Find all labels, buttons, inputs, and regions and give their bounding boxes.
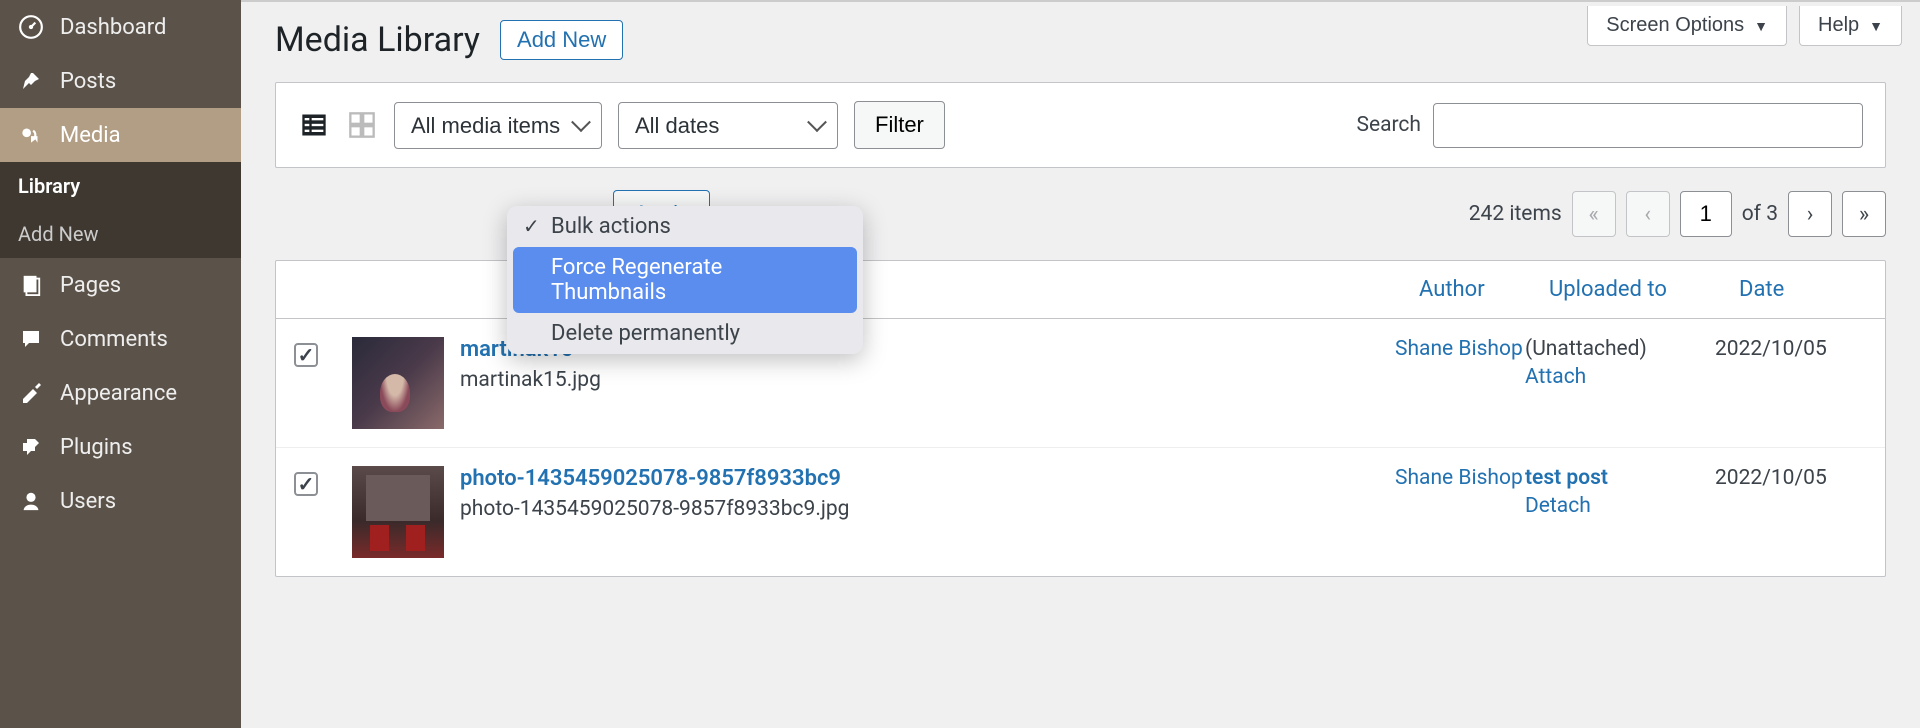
sidebar-label: Dashboard [60,15,166,40]
file-name: martinak15.jpg [460,368,1395,392]
file-cell: photo-1435459025078-9857f8933bc9 photo-1… [460,466,1395,521]
filter-bar: All media items All dates Filter Search [275,82,1886,168]
bulk-actions-dropdown: Bulk actions Force Regenerate Thumbnails… [507,206,863,354]
sidebar-item-pages[interactable]: Pages [0,258,241,312]
dropdown-item-regenerate[interactable]: Force Regenerate Thumbnails [513,247,857,313]
search-wrap: Search [1356,103,1863,148]
table-body: martinak15 martinak15.jpg Shane Bishop (… [276,319,1885,576]
th-uploaded[interactable]: Uploaded to [1537,261,1727,318]
add-new-button[interactable]: Add New [500,20,623,60]
sidebar-item-plugins[interactable]: Plugins [0,420,241,474]
date-cell: 2022/10/05 [1715,466,1873,490]
file-name: photo-1435459025078-9857f8933bc9.jpg [460,497,1395,521]
admin-sidebar: Dashboard Posts Media Library Add New Pa… [0,0,241,728]
sidebar-item-dashboard[interactable]: Dashboard [0,0,241,54]
grid-view-button[interactable] [346,109,378,141]
uploaded-cell: (Unattached) Attach [1525,337,1715,389]
detach-link[interactable]: Detach [1525,494,1715,518]
sidebar-item-users[interactable]: Users [0,474,241,528]
author-cell[interactable]: Shane Bishop [1395,337,1525,361]
sidebar-label: Pages [60,273,121,298]
appearance-icon [18,380,44,406]
sidebar-label: Appearance [60,381,177,406]
date-cell: 2022/10/05 [1715,337,1873,361]
list-view-button[interactable] [298,109,330,141]
th-date[interactable]: Date [1727,261,1885,318]
sidebar-label: Users [60,489,116,514]
pin-icon [18,68,44,94]
row-checkbox[interactable] [294,472,318,496]
actions-row: Apply 242 items « ‹ of 3 › » [241,168,1920,260]
dropdown-item-delete[interactable]: Delete permanently [507,313,863,354]
sidebar-item-posts[interactable]: Posts [0,54,241,108]
users-icon [18,488,44,514]
page-of-text: of 3 [1742,202,1778,226]
sidebar-label: Posts [60,69,116,94]
main-content: Screen Options▼ Help▼ Media Library Add … [241,0,1920,728]
items-count: 242 items [1469,202,1562,226]
last-page-button[interactable]: » [1842,191,1886,237]
search-label: Search [1356,113,1421,137]
comments-icon [18,326,44,352]
uploaded-cell: test post Detach [1525,466,1715,518]
thumbnail[interactable] [352,466,444,558]
chevron-down-icon: ▼ [1869,18,1883,34]
sidebar-label: Comments [60,327,168,352]
search-input[interactable] [1433,103,1863,148]
plugins-icon [18,434,44,460]
attach-link[interactable]: Attach [1525,365,1715,389]
screen-options-button[interactable]: Screen Options▼ [1587,6,1787,46]
pagination: 242 items « ‹ of 3 › » [1469,191,1886,237]
first-page-button[interactable]: « [1572,191,1616,237]
dates-select[interactable]: All dates [618,102,838,149]
author-cell[interactable]: Shane Bishop [1395,466,1525,490]
row-checkbox[interactable] [294,343,318,367]
file-title[interactable]: photo-1435459025078-9857f8933bc9 [460,466,1395,491]
dashboard-icon [18,14,44,40]
sidebar-sub-addnew[interactable]: Add New [0,210,241,258]
next-page-button[interactable]: › [1788,191,1832,237]
top-buttons: Screen Options▼ Help▼ [1587,6,1902,46]
dropdown-item-bulk[interactable]: Bulk actions [507,206,863,247]
sidebar-item-media[interactable]: Media [0,108,241,162]
sidebar-submenu: Library Add New [0,162,241,258]
pages-icon [18,272,44,298]
chevron-down-icon: ▼ [1754,18,1768,34]
sidebar-item-comments[interactable]: Comments [0,312,241,366]
sidebar-item-appearance[interactable]: Appearance [0,366,241,420]
table-row: photo-1435459025078-9857f8933bc9 photo-1… [276,448,1885,576]
help-button[interactable]: Help▼ [1799,6,1902,46]
th-author[interactable]: Author [1407,261,1537,318]
uploaded-link[interactable]: test post [1525,466,1608,490]
sidebar-label: Media [60,123,121,148]
sidebar-label: Plugins [60,435,133,460]
media-icon [18,122,44,148]
page-number-input[interactable] [1680,191,1732,237]
media-type-select[interactable]: All media items [394,102,602,149]
thumbnail[interactable] [352,337,444,429]
uploaded-text: (Unattached) [1525,337,1647,361]
prev-page-button[interactable]: ‹ [1626,191,1670,237]
sidebar-sub-library[interactable]: Library [0,162,241,210]
page-title: Media Library [275,20,480,60]
filter-button[interactable]: Filter [854,101,945,149]
